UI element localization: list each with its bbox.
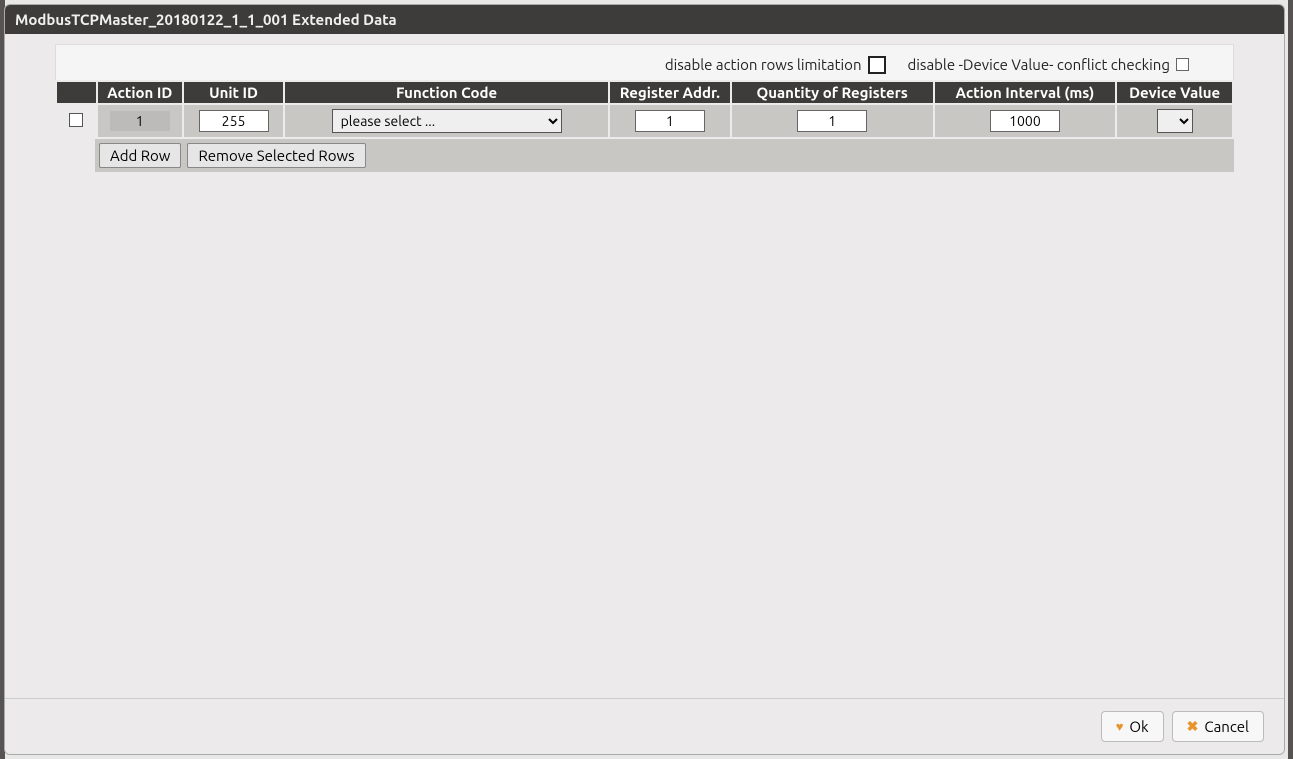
interval-cell xyxy=(934,104,1117,138)
heart-icon: ♥ xyxy=(1116,719,1124,734)
col-header-function-code: Function Code xyxy=(284,81,609,104)
col-header-interval: Action Interval (ms) xyxy=(934,81,1117,104)
col-header-select xyxy=(56,81,97,104)
col-header-unit-id: Unit ID xyxy=(183,81,284,104)
ok-button-label: Ok xyxy=(1129,718,1148,735)
row-buttons-bar: Add Row Remove Selected Rows xyxy=(95,139,1234,172)
row-select-checkbox[interactable] xyxy=(69,113,83,127)
register-addr-input[interactable] xyxy=(635,110,705,132)
table-row: 1 please select ... xyxy=(56,104,1233,138)
x-icon: ✖ xyxy=(1187,718,1199,735)
col-header-quantity: Quantity of Registers xyxy=(731,81,934,104)
unit-id-input[interactable] xyxy=(199,110,269,132)
action-id-value: 1 xyxy=(110,111,170,131)
dialog-titlebar: ModbusTCPMaster_20180122_1_1_001 Extende… xyxy=(5,5,1284,34)
quantity-input[interactable] xyxy=(797,110,867,132)
actions-table: Action ID Unit ID Function Code Register… xyxy=(55,80,1234,139)
disable-conflict-checkbox[interactable] xyxy=(1176,58,1189,71)
ok-button[interactable]: ♥ Ok xyxy=(1101,711,1164,742)
table-container: Action ID Unit ID Function Code Register… xyxy=(55,80,1234,139)
col-header-action-id: Action ID xyxy=(97,81,183,104)
action-id-cell: 1 xyxy=(97,104,183,138)
dialog-body: disable action rows limitation disable -… xyxy=(5,34,1284,698)
register-addr-cell xyxy=(609,104,731,138)
interval-input[interactable] xyxy=(990,110,1060,132)
unit-id-cell xyxy=(183,104,284,138)
col-header-device-value: Device Value xyxy=(1116,81,1233,104)
table-header-row: Action ID Unit ID Function Code Register… xyxy=(56,81,1233,104)
disable-limit-group: disable action rows limitation xyxy=(665,56,886,74)
disable-limit-label: disable action rows limitation xyxy=(665,56,862,73)
device-value-cell xyxy=(1116,104,1233,138)
cancel-button[interactable]: ✖ Cancel xyxy=(1172,711,1264,742)
device-value-select[interactable] xyxy=(1157,109,1193,133)
quantity-cell xyxy=(731,104,934,138)
dialog-footer: ♥ Ok ✖ Cancel xyxy=(5,698,1284,754)
add-row-button[interactable]: Add Row xyxy=(99,143,181,168)
dialog-title: ModbusTCPMaster_20180122_1_1_001 Extende… xyxy=(15,11,397,28)
disable-limit-checkbox[interactable] xyxy=(868,56,886,74)
disable-conflict-group: disable -Device Value- conflict checking xyxy=(908,56,1189,73)
function-code-select[interactable]: please select ... xyxy=(332,109,562,133)
row-select-cell xyxy=(56,104,97,138)
window-edge-right xyxy=(1288,0,1293,759)
dialog-window: ModbusTCPMaster_20180122_1_1_001 Extende… xyxy=(4,4,1285,755)
col-header-register-addr: Register Addr. xyxy=(609,81,731,104)
options-bar: disable action rows limitation disable -… xyxy=(55,44,1234,80)
function-code-cell: please select ... xyxy=(284,104,609,138)
remove-rows-button[interactable]: Remove Selected Rows xyxy=(187,143,365,168)
disable-conflict-label: disable -Device Value- conflict checking xyxy=(908,56,1170,73)
cancel-button-label: Cancel xyxy=(1204,718,1249,735)
